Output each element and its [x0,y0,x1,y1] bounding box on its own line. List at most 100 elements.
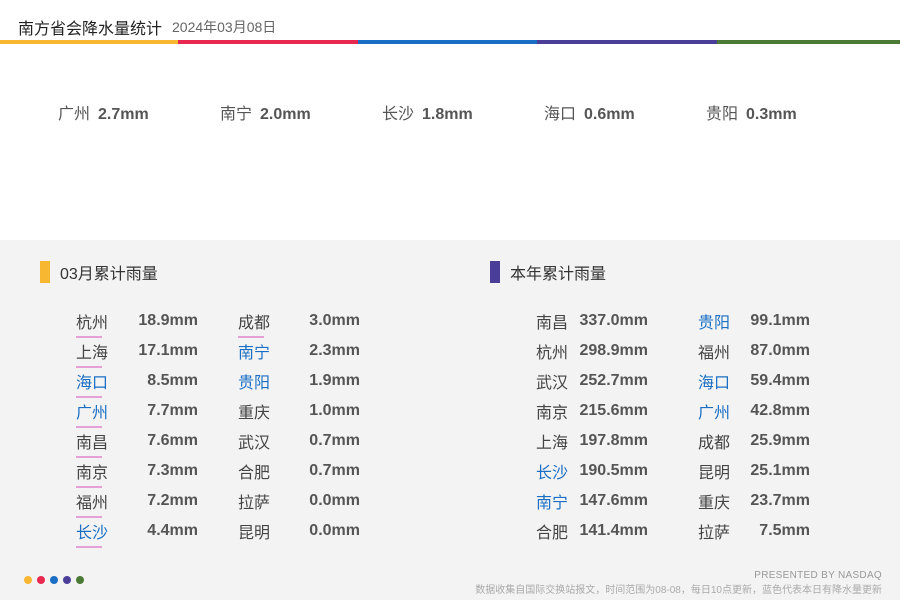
list-item-city: 南昌 [76,429,128,458]
list-item: 长沙 4.4mm [76,516,198,548]
list-item-city: 杭州 [76,309,128,338]
list-item-value: 7.3mm [147,462,198,479]
list-item: 贵阳 99.1mm [688,306,810,336]
month-panel-title: 03月累计雨量 [40,260,158,284]
list-item-value: 7.6mm [147,432,198,449]
list-item-city: 南京 [76,459,128,488]
list-item: 上海 197.8mm [526,426,648,456]
list-item: 拉萨 7.5mm [688,516,810,546]
list-item-value: 1.0mm [309,402,360,419]
list-item: 南京 7.3mm [76,456,198,488]
month-list-col2: 成都 3.0mm 南宁 2.3mm 贵阳 1.9mm 重庆 1.0mm 武汉 0.7mm 合肥 0.7… [238,306,360,546]
dot-icon [50,576,58,584]
list-item-value: 25.1mm [750,462,810,479]
list-item-value: 59.4mm [750,372,810,389]
today-rainfall: 广州 2.7mm 南宁 2.0mm 长沙 1.8mm 海口 0.6mm 贵阳 0.3mm [0,44,900,240]
list-item-city: 武汉 [238,435,271,452]
list-item-city: 长沙 [76,519,128,548]
list-item-city: 拉萨 [697,525,730,542]
list-item: 合肥 141.4mm [526,516,648,546]
list-item-value: 42.8mm [750,402,810,419]
list-item-city: 昆明 [697,465,730,482]
list-item-value: 141.4mm [579,522,649,539]
list-item-value: 7.7mm [147,402,198,419]
list-item-city: 上海 [76,339,128,368]
year-list-col2: 贵阳 99.1mm 福州 87.0mm 海口 59.4mm 广州 42.8mm 成都 25.9mm… [688,306,810,546]
month-title-text: 03月累计雨量 [60,266,158,283]
year-title-text: 本年累计雨量 [510,266,607,283]
list-item-city: 福州 [697,345,730,362]
list-item: 广州 42.8mm [688,396,810,426]
list-item-value: 18.9mm [138,312,198,329]
list-item-value: 147.6mm [579,492,649,509]
list-item-city: 合肥 [238,465,271,482]
year-list-col1: 南昌 337.0mm 杭州 298.9mm 武汉 252.7mm 南京 215.6mm 上海 19… [526,306,648,546]
list-item-city: 海口 [697,375,730,392]
year-marker-icon [490,261,500,283]
today-item: 广州 2.7mm [58,100,149,124]
list-item-value: 0.7mm [309,432,360,449]
list-item-city: 广州 [76,399,128,428]
list-item-city: 南宁 [238,345,271,362]
list-item-value: 2.3mm [309,342,360,359]
dot-icon [76,576,84,584]
list-item-value: 0.0mm [309,522,360,539]
list-item-value: 298.9mm [579,342,649,359]
list-item: 合肥 0.7mm [238,456,360,486]
presented-by: PRESENTED BY NASDAQ [754,570,882,581]
dot-icon [37,576,45,584]
list-item-value: 197.8mm [579,432,649,449]
list-item-value: 17.1mm [138,342,198,359]
list-item-city: 合肥 [535,525,568,542]
list-item-city: 海口 [76,369,128,398]
cumulative-section: 03月累计雨量 杭州 18.9mm 上海 17.1mm 海口 8.5mm 广州 7.7mm 南昌… [0,240,900,600]
list-item-city: 成都 [238,309,290,338]
list-item: 南宁 147.6mm [526,486,648,516]
list-item-city: 杭州 [535,345,568,362]
list-item-city: 贵阳 [238,375,271,392]
list-item: 昆明 25.1mm [688,456,810,486]
list-item: 南京 215.6mm [526,396,648,426]
list-item-value: 3.0mm [309,312,360,329]
page-title: 南方省会降水量统计 [18,21,163,38]
list-item-value: 25.9mm [750,432,810,449]
list-item-value: 337.0mm [579,312,649,329]
year-panel-title: 本年累计雨量 [490,260,606,284]
month-list-col1: 杭州 18.9mm 上海 17.1mm 海口 8.5mm 广州 7.7mm 南昌 7.6mm 南京 7… [76,306,198,548]
list-item: 昆明 0.0mm [238,516,360,546]
list-item-value: 8.5mm [147,372,198,389]
today-city: 海口 [544,106,577,123]
list-item-city: 拉萨 [238,495,271,512]
list-item-city: 武汉 [535,375,568,392]
list-item-value: 0.7mm [309,462,360,479]
list-item: 南宁 2.3mm [238,336,360,366]
list-item: 海口 59.4mm [688,366,810,396]
today-city: 长沙 [382,106,415,123]
dot-icon [24,576,32,584]
today-item: 南宁 2.0mm [220,100,311,124]
list-item-city: 昆明 [238,525,271,542]
today-value: 2.0mm [260,106,311,123]
city-underline [76,546,102,548]
color-dots [24,576,89,584]
today-value: 2.7mm [98,106,149,123]
page-date: 2024年03月08日 [172,19,277,35]
list-item: 福州 87.0mm [688,336,810,366]
list-item-city: 广州 [697,405,730,422]
list-item: 重庆 1.0mm [238,396,360,426]
list-item: 成都 25.9mm [688,426,810,456]
list-item: 福州 7.2mm [76,486,198,518]
list-item-value: 215.6mm [579,402,649,419]
list-item-city: 长沙 [535,465,568,482]
list-item: 杭州 18.9mm [76,306,198,338]
list-item: 海口 8.5mm [76,366,198,398]
today-value: 0.6mm [584,106,635,123]
list-item: 贵阳 1.9mm [238,366,360,396]
list-item: 拉萨 0.0mm [238,486,360,516]
today-value: 0.3mm [746,106,797,123]
today-city: 南宁 [220,106,253,123]
today-item: 长沙 1.8mm [382,100,473,124]
list-item-value: 99.1mm [750,312,810,329]
today-item: 贵阳 0.3mm [706,100,797,124]
list-item: 武汉 0.7mm [238,426,360,456]
